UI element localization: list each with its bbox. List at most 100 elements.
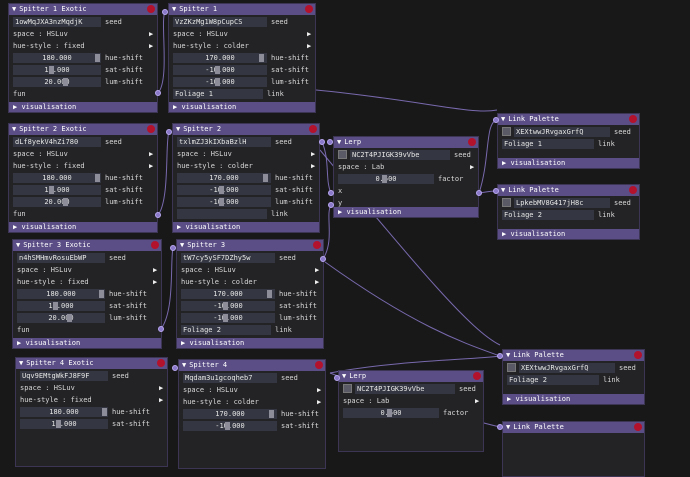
play-arrow-icon[interactable]: ▶ [315,276,319,288]
collapse-triangle-icon[interactable]: ▼ [501,115,505,123]
seed-input[interactable]: n4hSMHmvRosuEbWP [17,253,105,263]
slider-grab-handle[interactable] [63,198,68,206]
close-node-button[interactable] [468,138,476,146]
play-arrow-icon[interactable]: ▶ [307,40,311,52]
close-node-button[interactable] [315,361,323,369]
space-combo[interactable]: space : HSLuv [17,264,72,276]
link-output-port[interactable] [319,139,325,145]
slider-grab-handle[interactable] [49,186,54,194]
hue-style-combo[interactable]: hue-style : fixed [20,394,92,406]
slider-grab-handle[interactable] [95,174,100,182]
play-arrow-icon[interactable]: ▶ [181,339,185,347]
palette-port[interactable] [493,117,499,123]
hue-shift-slider[interactable]: 180.000 [20,407,108,417]
spitter-input-port[interactable] [170,245,176,251]
hue-style-combo[interactable]: hue-style : colder [173,40,249,52]
collapse-triangle-icon[interactable]: ▼ [180,241,184,249]
play-arrow-icon[interactable]: ▶ [502,159,506,167]
seed-input[interactable]: XEXtwwJRvgaxGrfQ [514,127,610,137]
collapse-triangle-icon[interactable]: ▼ [342,372,346,380]
play-arrow-icon[interactable]: ▶ [13,223,17,231]
hue-style-combo[interactable]: hue-style : fixed [13,160,85,172]
sat-shift-slider[interactable]: -10.000 [181,301,275,311]
collapse-triangle-icon[interactable]: ▼ [506,351,510,359]
play-arrow-icon[interactable]: ▶ [311,160,315,172]
node-header[interactable]: ▼ Spitter 3 Exotic [13,240,161,251]
play-arrow-icon[interactable]: ▶ [317,396,321,408]
slider-grab-handle[interactable] [219,186,224,194]
close-node-button[interactable] [629,115,637,123]
spitter-input-port[interactable] [172,365,178,371]
collapse-triangle-icon[interactable]: ▼ [16,241,20,249]
node-header[interactable]: ▼ Spitter 2 Exotic [9,124,157,135]
spitter-exotic-node[interactable]: ▼ Spitter 1 Exotic 1owMqJXA3nzMqdjK seed spa… [8,3,158,113]
close-node-button[interactable] [151,241,159,249]
lerp-node[interactable]: ▼Lerp NC2T4PJIGK39vVbe seed space : Lab ▶0.5… [338,370,484,452]
link-palette-node[interactable]: ▼ Link Palette XEXtwwJRvgaxGrfQ seed Foliage… [502,349,645,405]
color-swatch-checkbox[interactable] [343,384,352,393]
visualisation-toggle[interactable]: ▶ visualisation [498,158,639,168]
close-node-button[interactable] [147,125,155,133]
space-combo[interactable]: space : HSLuv [173,28,228,40]
spitter-node[interactable]: ▼ Spitter 3 tW7cy5ySF7DZhy5w seed space : HS… [176,239,324,349]
seed-input[interactable]: LpkebMV8G417jH8c [514,198,610,208]
visualisation-toggle[interactable]: ▶ visualisation [9,222,157,232]
hue-style-combo[interactable]: hue-style : colder [183,396,259,408]
lum-shift-slider[interactable]: 20.000 [13,197,101,207]
seed-input[interactable]: VzZKzMg1W8pCupCS [173,17,267,27]
close-node-button[interactable] [305,5,313,13]
slider-grab-handle[interactable] [102,408,107,416]
collapse-triangle-icon[interactable]: ▼ [172,5,176,13]
foliage-link-input[interactable] [177,209,267,219]
slider-grab-handle[interactable] [225,422,230,430]
slider-grab-handle[interactable] [215,66,220,74]
visualisation-toggle[interactable]: ▶ visualisation [173,222,319,232]
hue-shift-slider[interactable]: 170.000 [183,409,277,419]
hue-shift-slider[interactable]: 170.000 [173,53,267,63]
space-combo[interactable]: space : Lab [343,395,389,407]
collapse-triangle-icon[interactable]: ▼ [182,361,186,369]
play-arrow-icon[interactable]: ▶ [149,40,153,52]
lum-shift-slider[interactable]: 20.000 [17,313,105,323]
visualisation-toggle[interactable]: ▶ visualisation [498,229,639,239]
color-swatch-checkbox[interactable] [507,363,516,372]
play-arrow-icon[interactable]: ▶ [475,395,479,407]
spitter-input-port[interactable] [162,9,168,15]
sat-shift-slider[interactable]: 10.000 [13,185,101,195]
node-header[interactable]: ▼ Spitter 2 [173,124,319,135]
hue-style-combo[interactable]: hue-style : fixed [13,40,85,52]
slider-grab-handle[interactable] [263,174,268,182]
play-arrow-icon[interactable]: ▶ [307,28,311,40]
space-combo[interactable]: space : HSLuv [13,148,68,160]
space-combo[interactable]: space : HSLuv [177,148,232,160]
close-node-button[interactable] [313,241,321,249]
visualisation-toggle[interactable]: ▶ visualisation [13,338,161,348]
link-palette-node[interactable]: ▼ Link Palette XEXtwwJRvgaxGrfQ seed Foliage… [497,113,640,169]
slider-grab-handle[interactable] [223,302,228,310]
spitter-node[interactable]: ▼ Spitter 2 txlmZJ3kIXbaBzlH seed space : HS… [172,123,320,233]
slider-grab-handle[interactable] [267,290,272,298]
hue-shift-slider[interactable]: 180.000 [13,53,101,63]
node-header[interactable]: ▼ Lerp [334,137,478,148]
close-node-button[interactable] [147,5,155,13]
slider-grab-handle[interactable] [63,78,68,86]
foliage-link-input[interactable]: Foliage 1 [173,89,263,99]
sat-shift-slider[interactable]: 10.000 [20,419,108,429]
slider-grab-handle[interactable] [259,54,264,62]
palette-port[interactable] [497,353,503,359]
foliage-link-input[interactable]: Foliage 2 [502,210,594,220]
spitter-exotic-node[interactable]: ▼ Spitter 3 Exotic n4hSMHmvRosuEbWP seed spa… [12,239,162,349]
sat-shift-slider[interactable]: -10.000 [173,65,267,75]
fun-output-port[interactable] [155,90,161,96]
slider-grab-handle[interactable] [215,78,220,86]
sat-shift-slider[interactable]: -10.000 [177,185,271,195]
collapse-triangle-icon[interactable]: ▼ [176,125,180,133]
link-output-port[interactable] [327,139,333,145]
spitter-input-port[interactable] [166,129,172,135]
lerp-input-port[interactable] [334,375,340,381]
lum-shift-slider[interactable]: -10.000 [181,313,275,323]
color-swatch-checkbox[interactable] [502,127,511,136]
visualisation-toggle[interactable]: ▶ visualisation [9,102,157,112]
slider-grab-handle[interactable] [53,302,58,310]
sat-shift-slider[interactable]: 10.000 [13,65,101,75]
